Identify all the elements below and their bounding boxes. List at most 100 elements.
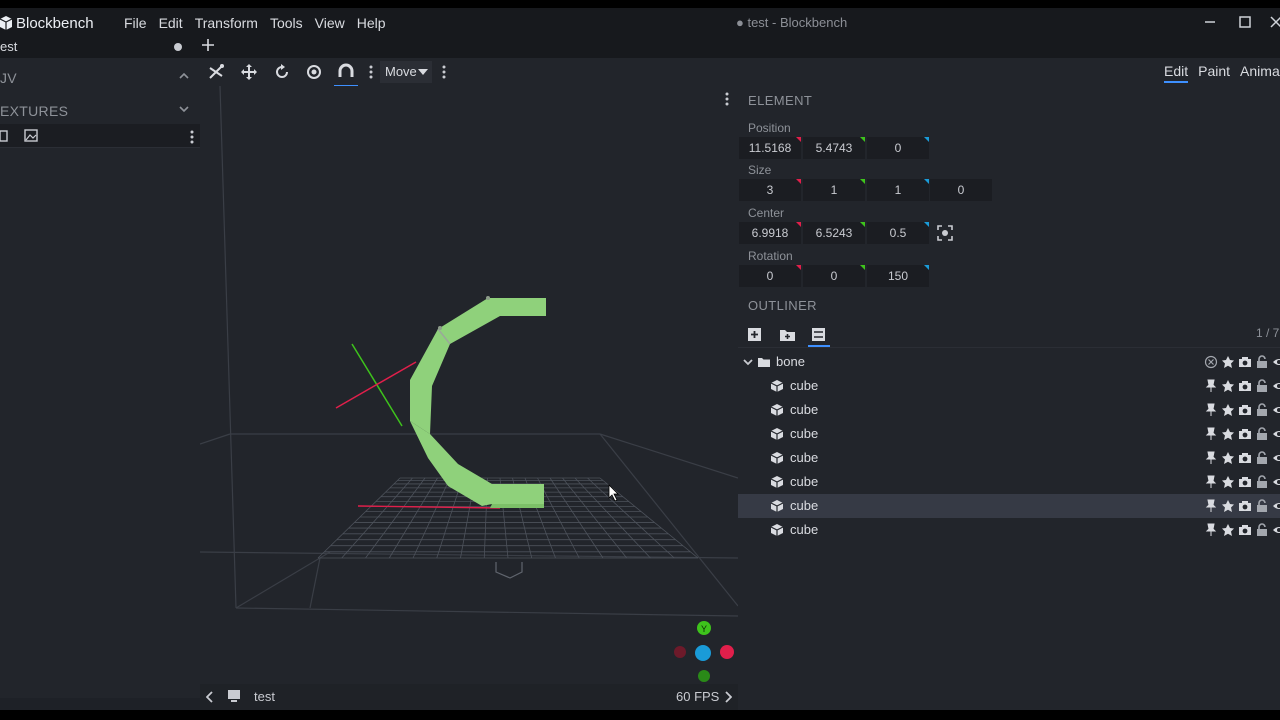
star-icon[interactable]: [1221, 499, 1235, 513]
chevron-down-icon[interactable]: [178, 103, 190, 115]
gizmo-x-icon[interactable]: [720, 645, 734, 659]
eye-icon[interactable]: [1272, 403, 1280, 417]
pin-icon[interactable]: [1204, 427, 1218, 441]
model-mesh[interactable]: [410, 296, 546, 508]
menu-tools[interactable]: Tools: [264, 13, 309, 33]
lock-icon[interactable]: [1255, 379, 1269, 393]
camera-icon[interactable]: [1238, 523, 1252, 537]
menu-edit[interactable]: Edit: [153, 13, 189, 33]
chevron-right-icon[interactable]: [724, 691, 732, 703]
rotation-x-input[interactable]: 0: [739, 265, 801, 287]
camera-icon[interactable]: [1238, 499, 1252, 513]
new-tab-button[interactable]: [201, 37, 215, 55]
size-y-input[interactable]: 1: [803, 179, 865, 201]
star-icon[interactable]: [1221, 475, 1235, 489]
camera-icon[interactable]: [1238, 475, 1252, 489]
outliner-cube-row[interactable]: cube: [738, 494, 1280, 518]
rotate-tool[interactable]: [272, 62, 292, 82]
maximize-button[interactable]: [1235, 12, 1255, 32]
eye-icon[interactable]: [1272, 499, 1280, 513]
project-tab[interactable]: est: [0, 36, 196, 58]
more-vertical-icon[interactable]: [369, 65, 373, 79]
chevron-left-icon[interactable]: [206, 691, 214, 703]
close-icon[interactable]: [1204, 355, 1218, 369]
pivot-tool[interactable]: [304, 62, 324, 82]
tool-mode-select[interactable]: Move: [380, 61, 432, 83]
minimize-button[interactable]: [1200, 12, 1220, 32]
rotation-y-input[interactable]: 0: [803, 265, 865, 287]
pin-icon[interactable]: [1204, 403, 1218, 417]
camera-icon[interactable]: [1238, 403, 1252, 417]
star-icon[interactable]: [1221, 451, 1235, 465]
star-icon[interactable]: [1221, 403, 1235, 417]
position-y-input[interactable]: 5.4743: [803, 137, 865, 159]
lock-icon[interactable]: [1255, 451, 1269, 465]
size-z-input[interactable]: 1: [867, 179, 929, 201]
add-cube-icon[interactable]: [747, 327, 762, 342]
gizmo-z-icon[interactable]: [695, 645, 711, 661]
outliner-cube-row[interactable]: cube: [738, 374, 1280, 398]
center-y-input[interactable]: 6.5243: [803, 222, 865, 244]
center-z-input[interactable]: 0.5: [867, 222, 929, 244]
more-vertical-icon[interactable]: [190, 130, 194, 144]
star-icon[interactable]: [1221, 427, 1235, 441]
outliner-cube-row[interactable]: cube: [738, 422, 1280, 446]
uv-panel-header[interactable]: JV: [0, 66, 196, 90]
eye-icon[interactable]: [1272, 451, 1280, 465]
position-x-input[interactable]: 11.5168: [739, 137, 801, 159]
move-tool[interactable]: [239, 62, 259, 82]
star-icon[interactable]: [1221, 523, 1235, 537]
menu-help[interactable]: Help: [351, 13, 392, 33]
outliner-cube-row[interactable]: cube: [738, 470, 1280, 494]
vertex-snap-tool[interactable]: [206, 62, 226, 82]
gizmo-neg-x-icon[interactable]: [674, 646, 686, 658]
import-texture-icon[interactable]: [0, 130, 8, 142]
outliner-cube-row[interactable]: cube: [738, 518, 1280, 542]
star-icon[interactable]: [1221, 379, 1235, 393]
monitor-icon[interactable]: [227, 689, 241, 703]
pin-icon[interactable]: [1204, 475, 1218, 489]
outliner-cube-row[interactable]: cube: [738, 398, 1280, 422]
viewport-scene[interactable]: Y: [200, 86, 738, 684]
star-icon[interactable]: [1221, 355, 1235, 369]
lock-icon[interactable]: [1255, 475, 1269, 489]
eye-icon[interactable]: [1272, 427, 1280, 441]
close-window-button[interactable]: [1266, 12, 1280, 32]
pin-icon[interactable]: [1204, 451, 1218, 465]
tab-animate[interactable]: Animate: [1240, 63, 1280, 83]
camera-icon[interactable]: [1238, 355, 1252, 369]
textures-panel-header[interactable]: EXTURES: [0, 99, 196, 123]
size-x-input[interactable]: 3: [739, 179, 801, 201]
center-focus-icon[interactable]: [937, 225, 953, 241]
more-vertical-icon[interactable]: [442, 65, 446, 79]
chevron-up-icon[interactable]: [178, 70, 190, 82]
eye-icon[interactable]: [1272, 379, 1280, 393]
position-z-input[interactable]: 0: [867, 137, 929, 159]
pin-icon[interactable]: [1204, 379, 1218, 393]
center-x-input[interactable]: 6.9918: [739, 222, 801, 244]
eye-icon[interactable]: [1272, 355, 1280, 369]
eye-icon[interactable]: [1272, 475, 1280, 489]
menu-transform[interactable]: Transform: [189, 13, 264, 33]
camera-icon[interactable]: [1238, 379, 1252, 393]
more-vertical-icon[interactable]: [725, 92, 729, 106]
camera-icon[interactable]: [1238, 427, 1252, 441]
menu-view[interactable]: View: [309, 13, 351, 33]
gizmo-neg-y-icon[interactable]: [698, 670, 710, 682]
lock-icon[interactable]: [1255, 403, 1269, 417]
lock-icon[interactable]: [1255, 355, 1269, 369]
tab-edit[interactable]: Edit: [1164, 63, 1189, 83]
add-group-icon[interactable]: [779, 327, 796, 342]
pin-icon[interactable]: [1204, 499, 1218, 513]
outliner-cube-row[interactable]: cube: [738, 446, 1280, 470]
camera-icon[interactable]: [1238, 451, 1252, 465]
3d-viewport[interactable]: Y: [200, 86, 738, 684]
chevron-down-icon[interactable]: [741, 355, 755, 369]
lock-icon[interactable]: [1255, 427, 1269, 441]
lock-icon[interactable]: [1255, 499, 1269, 513]
rotation-z-input[interactable]: 150: [867, 265, 929, 287]
tab-paint[interactable]: Paint: [1198, 63, 1230, 83]
collapse-groups-icon[interactable]: [811, 327, 826, 342]
transform-space-tool[interactable]: [334, 62, 358, 87]
inflate-input[interactable]: 0: [930, 179, 992, 201]
